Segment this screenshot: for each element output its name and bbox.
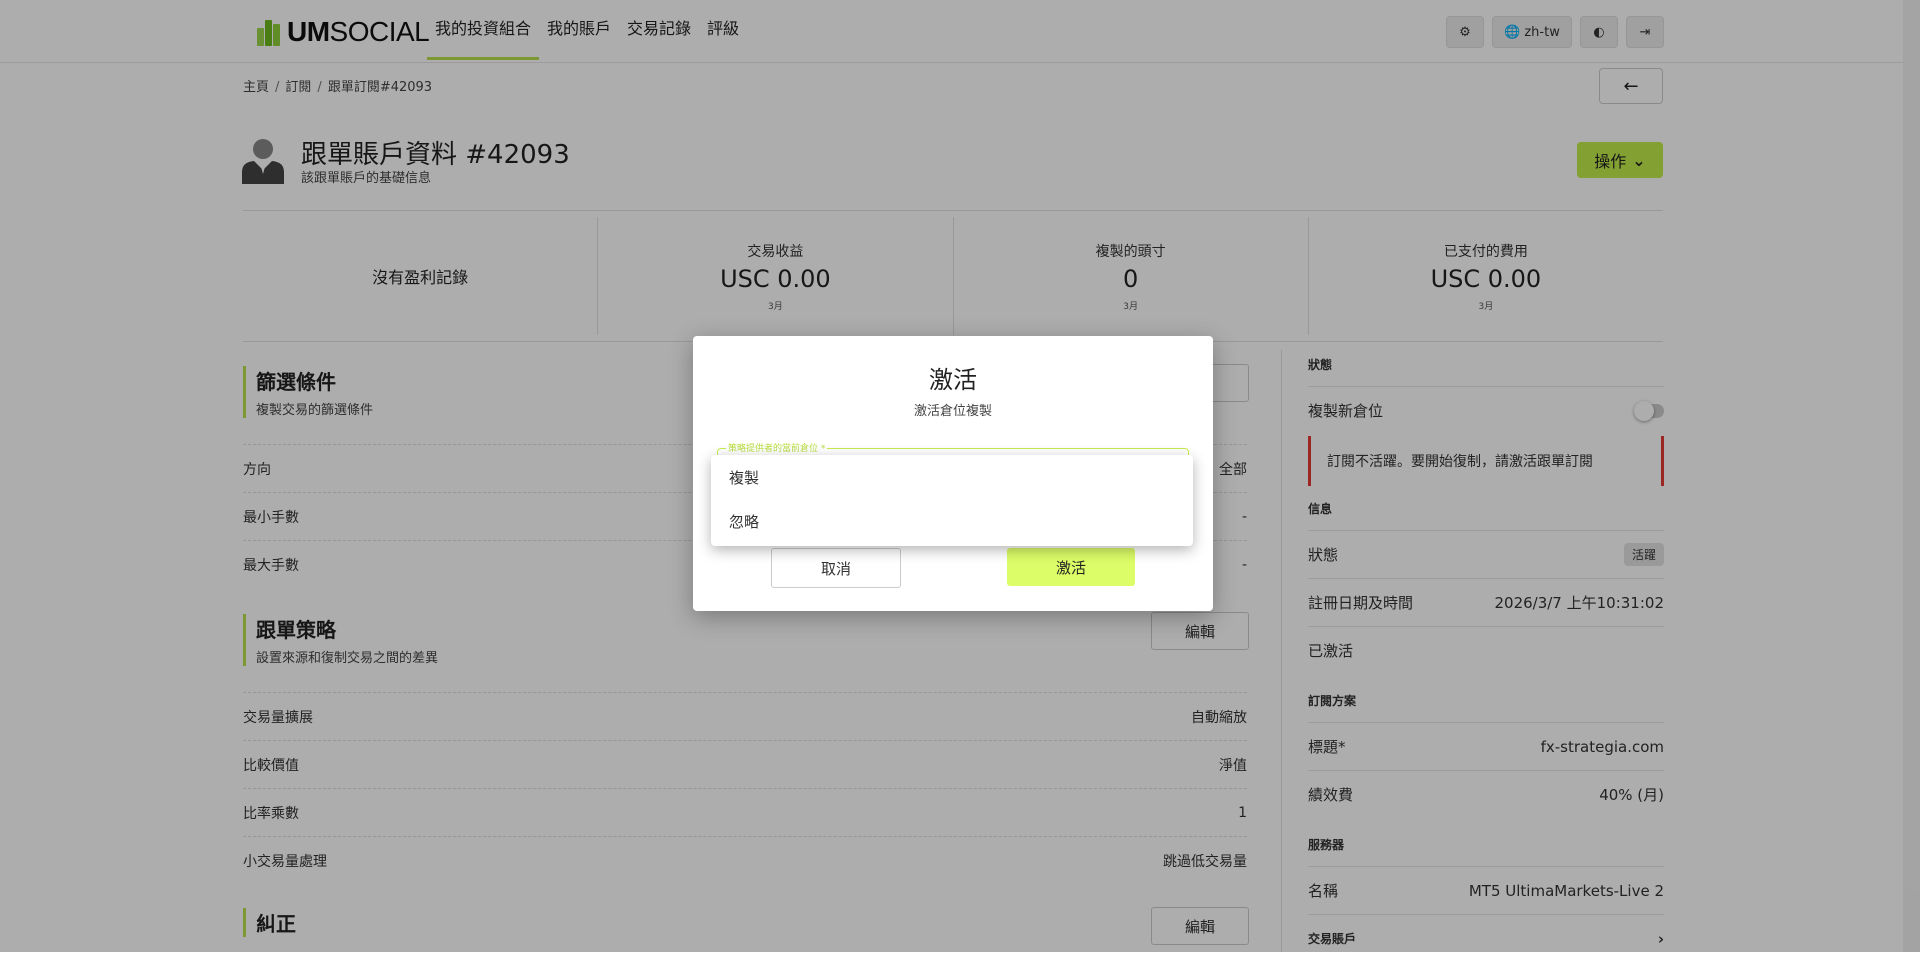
option-ignore[interactable]: 忽略 bbox=[711, 499, 1193, 543]
select-label: 策略提供者的當前倉位 * bbox=[726, 441, 828, 454]
modal-title: 激活 bbox=[929, 366, 977, 394]
option-copy[interactable]: 複製 bbox=[711, 455, 1193, 499]
activate-button[interactable]: 激活 bbox=[1007, 548, 1135, 586]
cancel-button[interactable]: 取消 bbox=[771, 548, 901, 588]
positions-dropdown-menu: 複製 忽略 bbox=[711, 455, 1193, 546]
modal-subtitle: 激活倉位複製 bbox=[913, 404, 992, 419]
